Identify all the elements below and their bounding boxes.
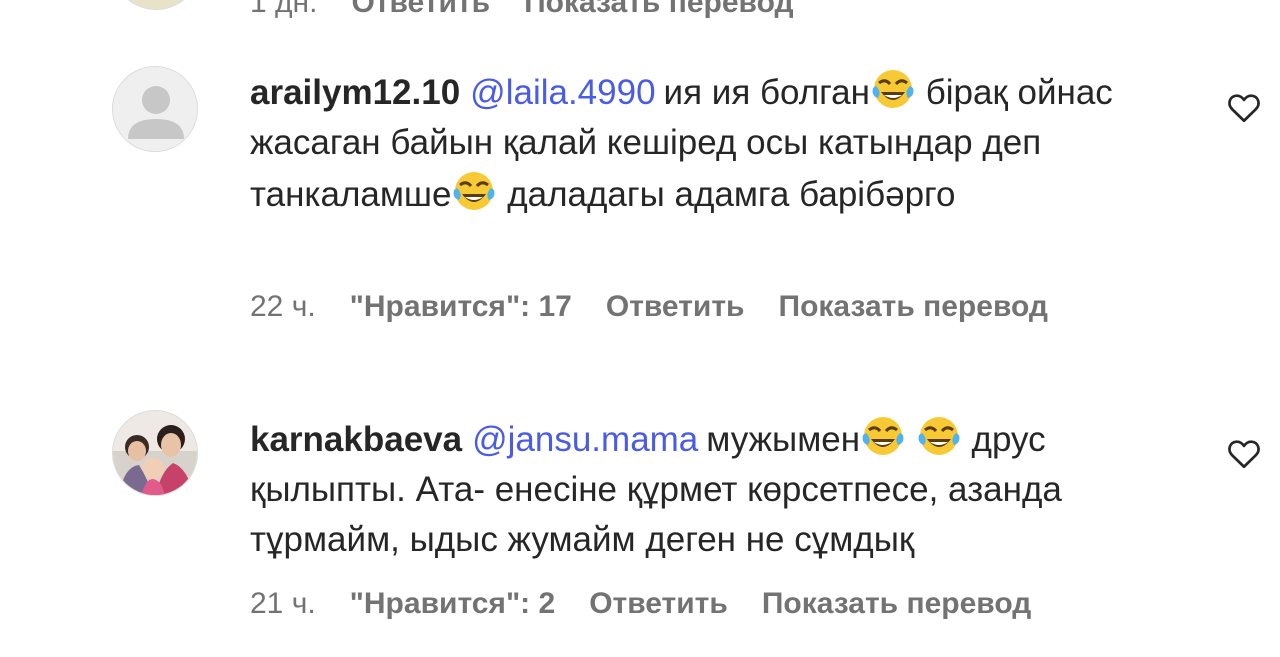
face-with-tears-of-joy-icon — [862, 417, 904, 455]
face-with-tears-of-joy-icon — [872, 70, 914, 108]
comment-meta-row: 22 ч. "Нравится": 17 Ответить Показать п… — [250, 290, 1048, 324]
comment-mention[interactable]: @laila.4990 — [470, 73, 655, 112]
reply-button[interactable]: Ответить — [351, 0, 490, 20]
avatar[interactable] — [112, 410, 198, 496]
comment-username[interactable]: arailym12.10 — [250, 73, 460, 112]
like-count[interactable]: "Нравится": 2 — [350, 587, 556, 621]
comment-username[interactable]: karnakbaeva — [250, 420, 462, 459]
user-silhouette-icon — [113, 67, 197, 151]
comment-text: ия ия болган — [663, 73, 870, 112]
translate-button[interactable]: Показать перевод — [524, 0, 793, 20]
reply-button[interactable]: Ответить — [589, 587, 728, 621]
face-with-tears-of-joy-icon — [454, 172, 495, 210]
like-count[interactable]: "Нравится": 17 — [350, 290, 572, 324]
comments-page: 1 дн. Ответить Показать перевод arailym1… — [0, 0, 1280, 657]
comment-body: arailym12.10 @laila.4990 ия ия болган біра… — [250, 66, 1170, 220]
reply-button[interactable]: Ответить — [606, 290, 745, 324]
comment-mention[interactable]: @jansu.mama — [472, 420, 698, 459]
comment-text: даладагы адамга барібәрго — [497, 175, 956, 214]
comment-time: 22 ч. — [250, 290, 316, 323]
comment-meta-row: 1 дн. Ответить Показать перевод — [250, 0, 794, 20]
heart-outline-icon[interactable] — [1226, 436, 1262, 472]
avatar[interactable] — [112, 66, 198, 152]
comment-meta-row: 21 ч. "Нравится": 2 Ответить Показать пе… — [250, 587, 1031, 621]
comment-time: 1 дн. — [250, 0, 318, 19]
profile-photo — [113, 411, 197, 495]
comment-text: мужымен — [706, 420, 861, 459]
translate-button[interactable]: Показать перевод — [779, 290, 1048, 324]
comment-body: karnakbaeva @jansu.mama мужымен друс қылып… — [250, 413, 1170, 565]
comment-time: 21 ч. — [250, 587, 316, 620]
translate-button[interactable]: Показать перевод — [762, 587, 1031, 621]
face-with-tears-of-joy-icon — [918, 417, 960, 455]
heart-outline-icon[interactable] — [1226, 90, 1262, 126]
avatar[interactable] — [112, 0, 200, 10]
